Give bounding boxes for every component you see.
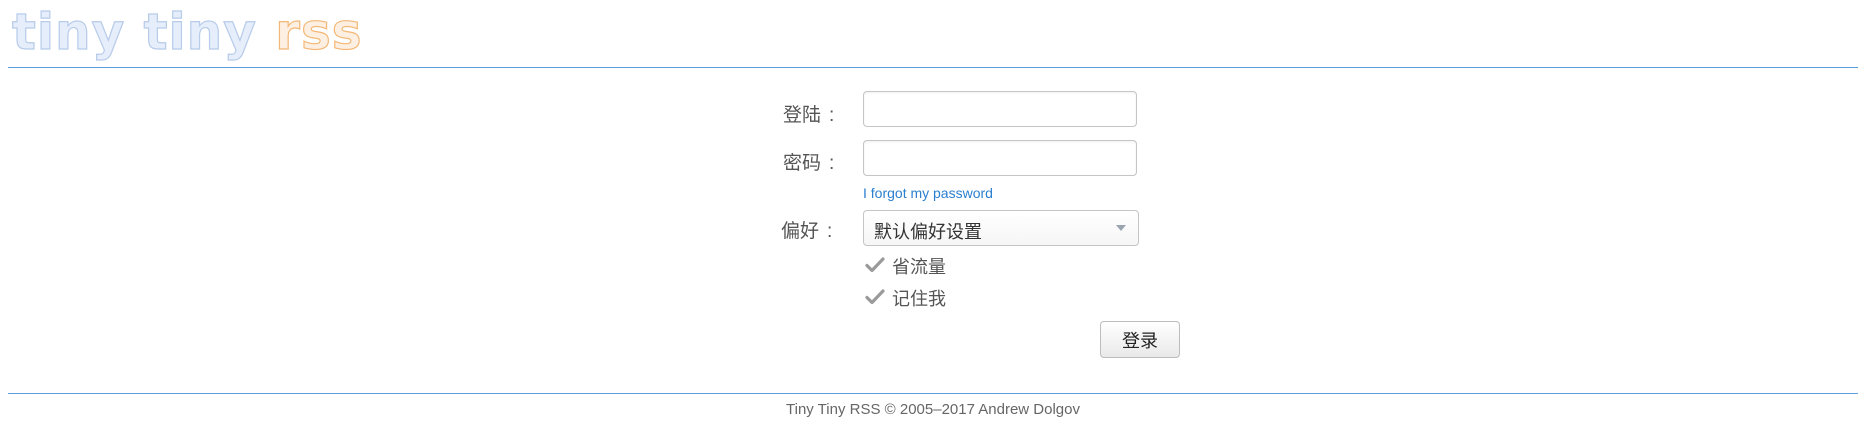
footer-copyright: Tiny Tiny RSS © 2005–2017 Andrew Dolgov [786, 401, 1080, 418]
profile-label: 偏好: [781, 216, 832, 243]
bandwidth-saver-label: 省流量 [892, 257, 946, 277]
check-mark-icon [865, 289, 885, 305]
profile-select-value: 默认偏好设置 [874, 222, 982, 242]
header-divider [8, 67, 1858, 68]
password-label-text: 密码 [783, 153, 822, 174]
app-logo: tiny tiny rss [11, 3, 363, 61]
password-input[interactable] [863, 140, 1137, 176]
remember-me-label: 记住我 [892, 289, 946, 309]
login-input[interactable] [863, 91, 1137, 127]
password-label-colon: : [829, 153, 835, 174]
login-label-text: 登陆 [783, 105, 822, 126]
profile-label-colon: : [827, 221, 833, 242]
logo-text-rss: rss [275, 3, 363, 61]
password-label: 密码: [783, 148, 834, 175]
logo-text-tiny-tiny: tiny tiny [11, 3, 276, 61]
profile-label-text: 偏好 [781, 221, 820, 242]
chevron-down-icon [1116, 225, 1126, 231]
check-mark-icon [865, 257, 885, 273]
login-label: 登陆: [783, 100, 834, 127]
login-button[interactable]: 登录 [1100, 321, 1180, 358]
footer-divider [8, 393, 1858, 394]
login-label-colon: : [829, 105, 835, 126]
forgot-password-link[interactable]: I forgot my password [863, 185, 993, 201]
login-page: tiny tiny rss 登陆: 密码: I forgot my passwo… [0, 0, 1866, 424]
profile-select[interactable]: 默认偏好设置 [863, 210, 1139, 246]
